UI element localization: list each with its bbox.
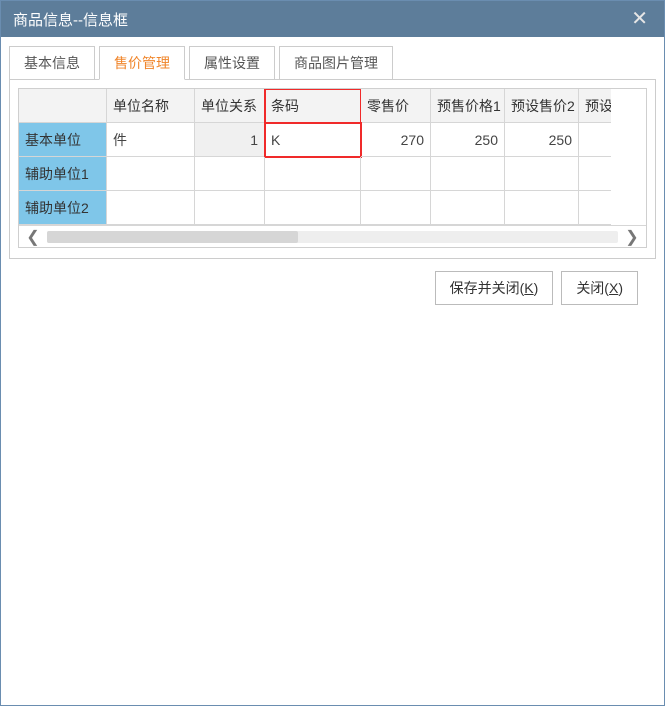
product-info-dialog: 商品信息--信息框 ✕ 基本信息 售价管理 属性设置 商品图片管理 单位名称 单… <box>0 0 665 706</box>
close-label-post: ) <box>618 280 623 296</box>
close-hotkey: X <box>609 280 618 296</box>
cell-preset-price-3[interactable] <box>579 191 611 225</box>
close-label-pre: 关闭( <box>576 280 609 296</box>
dialog-content: 基本信息 售价管理 属性设置 商品图片管理 单位名称 单位关系 条码 零售价 预… <box>1 37 664 705</box>
cell-preset-price-2[interactable] <box>505 191 579 225</box>
scroll-right-icon[interactable]: ❯ <box>618 227 646 247</box>
cell-unit-relation[interactable] <box>195 157 265 191</box>
horizontal-scrollbar[interactable]: ❮ ❯ <box>19 225 646 247</box>
cell-preset-price-3[interactable] <box>579 157 611 191</box>
cell-retail-price[interactable] <box>361 191 431 225</box>
row-label-aux-unit-2: 辅助单位2 <box>19 191 107 225</box>
cell-preset-price-3[interactable] <box>579 123 611 157</box>
cell-unit-relation[interactable]: 1 <box>195 123 265 157</box>
cell-unit-relation[interactable] <box>195 191 265 225</box>
tab-basic-info[interactable]: 基本信息 <box>9 46 95 80</box>
scroll-thumb[interactable] <box>47 231 298 243</box>
tab-body-price: 单位名称 单位关系 条码 零售价 预售价格1 预设售价2 预设 基本单位 件 1… <box>9 79 656 259</box>
cell-barcode[interactable] <box>265 191 361 225</box>
header-preset-price-3-truncated[interactable]: 预设 <box>579 89 611 123</box>
window-title: 商品信息--信息框 <box>13 9 128 30</box>
tab-price-manage[interactable]: 售价管理 <box>99 46 185 80</box>
header-blank <box>19 89 107 123</box>
row-label-aux-unit-1: 辅助单位1 <box>19 157 107 191</box>
title-bar: 商品信息--信息框 ✕ <box>1 1 664 37</box>
cell-retail-price[interactable]: 270 <box>361 123 431 157</box>
table-row: 辅助单位1 <box>19 157 646 191</box>
grid-header-row: 单位名称 单位关系 条码 零售价 预售价格1 预设售价2 预设 <box>19 89 646 123</box>
cell-preset-price-2[interactable] <box>505 157 579 191</box>
price-grid: 单位名称 单位关系 条码 零售价 预售价格1 预设售价2 预设 基本单位 件 1… <box>18 88 647 248</box>
table-row: 辅助单位2 <box>19 191 646 225</box>
cell-unit-name[interactable] <box>107 191 195 225</box>
save-close-hotkey: K <box>524 280 533 296</box>
cell-barcode[interactable] <box>265 157 361 191</box>
close-icon[interactable]: ✕ <box>627 9 652 29</box>
header-retail-price[interactable]: 零售价 <box>361 89 431 123</box>
cell-unit-name[interactable] <box>107 157 195 191</box>
tab-attribute-settings[interactable]: 属性设置 <box>189 46 275 80</box>
save-close-label-post: ) <box>534 280 539 296</box>
dialog-footer: 保存并关闭(K) 关闭(X) <box>9 259 656 317</box>
save-and-close-button[interactable]: 保存并关闭(K) <box>435 271 554 305</box>
row-label-base-unit: 基本单位 <box>19 123 107 157</box>
cell-retail-price[interactable] <box>361 157 431 191</box>
table-row: 基本单位 件 1 K 270 250 250 <box>19 123 646 157</box>
header-barcode[interactable]: 条码 <box>265 89 361 123</box>
scroll-track[interactable] <box>47 231 618 243</box>
cell-unit-name[interactable]: 件 <box>107 123 195 157</box>
cell-preset-price-1[interactable] <box>431 191 505 225</box>
cell-preset-price-1[interactable] <box>431 157 505 191</box>
tab-product-image-manage[interactable]: 商品图片管理 <box>279 46 393 80</box>
cell-preset-price-2[interactable]: 250 <box>505 123 579 157</box>
header-unit-relation[interactable]: 单位关系 <box>195 89 265 123</box>
header-preset-price-2[interactable]: 预设售价2 <box>505 89 579 123</box>
cell-barcode[interactable]: K <box>265 123 361 157</box>
scroll-left-icon[interactable]: ❮ <box>19 227 47 247</box>
header-unit-name[interactable]: 单位名称 <box>107 89 195 123</box>
save-close-label-pre: 保存并关闭( <box>450 280 525 296</box>
close-button[interactable]: 关闭(X) <box>561 271 638 305</box>
cell-preset-price-1[interactable]: 250 <box>431 123 505 157</box>
header-preset-price-1[interactable]: 预售价格1 <box>431 89 505 123</box>
tab-strip: 基本信息 售价管理 属性设置 商品图片管理 <box>9 45 656 79</box>
